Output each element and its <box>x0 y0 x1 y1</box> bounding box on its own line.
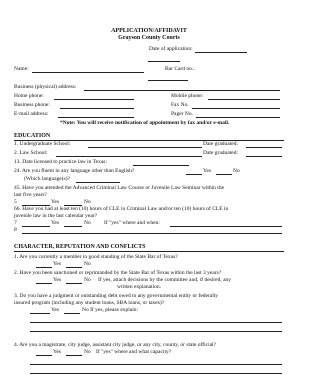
law-school-date-field[interactable] <box>246 156 282 157</box>
advanced-course-question: 45. Have you attended the Advanced Crimi… <box>14 185 225 191</box>
character-heading: CHARACTER, REPUTATION AND CONFLICTS <box>14 244 146 250</box>
official-question: 4. Are you a magistrate, city judge, ass… <box>14 342 217 348</box>
pager-label: Pager No. <box>171 111 193 117</box>
official-explain-field-2[interactable] <box>30 373 282 374</box>
state-bar-yes-field[interactable] <box>36 267 52 268</box>
debt-explain-field-1[interactable] <box>30 322 282 323</box>
official-yes-label: Yes <box>53 349 62 355</box>
advanced-course-no-label: No <box>84 199 91 205</box>
mobile-phone-field[interactable] <box>208 99 280 100</box>
official-explain-field-1[interactable] <box>30 364 282 365</box>
state-bar-no-label: No <box>84 261 91 267</box>
sanction-if-yes-label: If yes, attach decisions by the committe… <box>98 277 232 283</box>
business-address-label: Business (physical) address: <box>14 84 77 90</box>
debt-question-cont: insured program (including any student l… <box>14 300 165 306</box>
official-no-label: No <box>84 349 91 355</box>
business-phone-field[interactable] <box>60 108 134 109</box>
debt-no-label: No If yes, please explain: <box>82 307 139 313</box>
undergrad-label: 1. Undergraduate School: <box>14 141 71 147</box>
sanction-no-field[interactable] <box>66 283 82 284</box>
advanced-course-yes-label: Yes <box>51 199 60 205</box>
name-label: Name: <box>14 66 29 72</box>
language-which-label: (Which language(s)? <box>24 176 70 182</box>
pager-field[interactable] <box>196 117 280 118</box>
debt-yes-label: Yes <box>51 307 60 313</box>
cle-extra-field[interactable] <box>22 233 282 234</box>
fax-field[interactable] <box>192 108 280 109</box>
language-no-field[interactable] <box>216 174 232 175</box>
sanction-yes-field[interactable] <box>36 283 52 284</box>
cle-if-yes-field[interactable] <box>170 226 282 227</box>
official-yes-field[interactable] <box>36 355 52 356</box>
character-rule <box>14 251 284 252</box>
education-heading: EDUCATION <box>14 133 51 139</box>
cle-no-field[interactable] <box>64 226 82 227</box>
debt-yes-field[interactable] <box>30 313 50 314</box>
cle-no-label: No <box>84 220 91 226</box>
sanction-question: 2. Have you been sanctioned or reprimand… <box>14 270 222 276</box>
sanction-no-label: No <box>84 277 91 283</box>
application-affidavit-page: APPLICATION/AFFIDAVIT Grayson County Cou… <box>0 0 298 386</box>
licensed-date-field[interactable] <box>133 165 189 166</box>
cle-num: 7 <box>14 220 17 226</box>
state-bar-yes-label: Yes <box>53 261 62 267</box>
language-which-field[interactable] <box>76 182 120 183</box>
cle-yes-label: Yes <box>51 220 60 226</box>
date-field[interactable] <box>195 52 247 53</box>
language-no-label: No <box>233 168 240 174</box>
date-field-extra[interactable] <box>148 61 180 62</box>
advanced-course-num: 5 <box>14 199 17 205</box>
email-label: E-mail address: <box>14 111 49 117</box>
language-yes-label: Yes <box>203 168 212 174</box>
debt-no-field[interactable] <box>64 313 80 314</box>
undergrad-date-label: Date graduated: <box>203 141 238 147</box>
cle-question-cont: juvenile law in the last calendar year? <box>14 213 98 219</box>
sanction-explanation-label: written explanation. <box>117 284 161 290</box>
mobile-phone-label: Mobile phone: <box>171 93 204 99</box>
date-label: Date of application: <box>149 46 193 52</box>
official-no-field[interactable] <box>66 355 82 356</box>
law-school-field[interactable] <box>56 156 202 157</box>
debt-question: 3. Do you have a judgment or outstanding… <box>14 293 219 299</box>
cle-if-yes-label: If "yes" where and when: <box>104 220 160 226</box>
law-school-date-label: Date graduated: <box>203 150 238 156</box>
cle-yes-field[interactable] <box>22 226 50 227</box>
sanction-yes-label: Yes <box>53 277 62 283</box>
language-yes-field[interactable] <box>186 174 202 175</box>
fax-label: Fax No. <box>171 102 189 108</box>
form-subtitle: Grayson County Courts <box>118 35 180 41</box>
undergrad-date-field[interactable] <box>246 147 282 148</box>
email-field[interactable] <box>58 117 134 118</box>
undergrad-field[interactable] <box>88 147 202 148</box>
business-phone-label: Business phone: <box>14 102 50 108</box>
cle-question: 66. Have you had at least ten (10) hours… <box>14 206 229 212</box>
bar-card-label: Bar Card no.: <box>165 66 195 72</box>
form-title: APPLICATION/AFFIDAVIT <box>111 28 187 34</box>
state-bar-question: 1. Are you currently a member in good st… <box>14 254 178 260</box>
official-if-yes-label: If "yes" where and what capacity? <box>96 349 172 355</box>
state-bar-no-field[interactable] <box>66 267 82 268</box>
home-phone-field[interactable] <box>54 99 134 100</box>
bar-card-field-extra[interactable] <box>148 80 188 81</box>
language-question: 24. Are you fluent in any language other… <box>14 168 135 174</box>
cle-num-2: 8 <box>14 227 17 233</box>
advanced-course-question-cont: last five years? <box>14 192 47 198</box>
business-address-field[interactable] <box>84 90 280 91</box>
licensed-date-label: 13. Date licensed to practice law in Tex… <box>14 159 107 165</box>
home-phone-label: Home phone: <box>14 93 44 99</box>
name-field[interactable] <box>32 72 144 73</box>
debt-explain-field-2[interactable] <box>30 331 282 332</box>
law-school-label: 2. Law School: <box>14 150 48 156</box>
notification-note: *Note: You will receive notification of … <box>60 120 230 126</box>
